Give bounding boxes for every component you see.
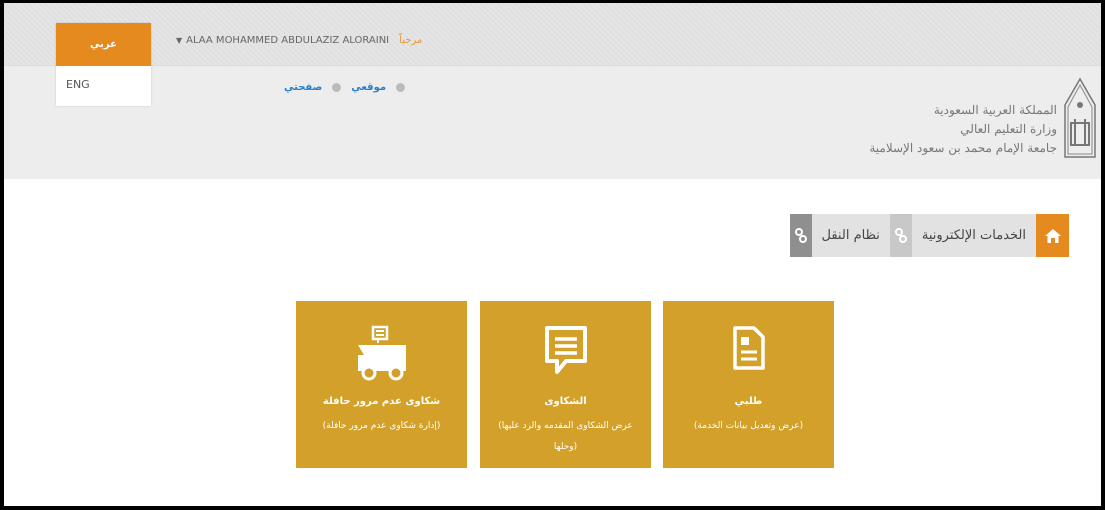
tab-transport[interactable]: نظام النقل (811, 214, 890, 257)
chevron-down-icon: ▼ (176, 36, 183, 45)
gear-icon (789, 214, 812, 257)
user-welcome[interactable]: ▼ ALAA MOHAMMED ABDULAZIZ ALORAINI مرحبا… (176, 35, 422, 46)
chat-bubble-icon (480, 325, 651, 385)
org-line-3: جامعة الإمام محمد بن سعود الإسلامية (869, 141, 1057, 155)
tile-my-request[interactable]: طلبي (عرض وتعديل بيانات الخدمة) (663, 301, 834, 468)
org-line-2: وزارة التعليم العالي (960, 122, 1057, 136)
bus-icon (296, 325, 467, 385)
home-icon (1044, 228, 1061, 243)
user-name: ALAA MOHAMMED ABDULAZIZ ALORAINI (186, 35, 390, 46)
breadcrumb-page[interactable]: صفحتي (284, 82, 322, 93)
breadcrumb: صفحتي موقعي (284, 82, 406, 93)
tile-title: طلبي (734, 396, 763, 407)
tile-title: شكاوى عدم مرور حافلة (322, 396, 441, 407)
top-bar: ▼ ALAA MOHAMMED ABDULAZIZ ALORAINI مرحبا… (4, 3, 1101, 65)
tab-eservices[interactable]: الخدمات الإلكترونية (911, 214, 1036, 257)
gear-icon (889, 214, 912, 257)
breadcrumb-site[interactable]: موقعي (351, 82, 386, 93)
tile-description: (إدارة شكاوى عدم مرور حافلة) (322, 421, 441, 431)
home-icon (332, 83, 342, 92)
org-line-1: المملكة العربية السعودية (933, 103, 1057, 117)
tile-complaints[interactable]: الشكاوى (عرض الشكاوى المقدمه والرد عليها… (480, 301, 651, 468)
tab-home[interactable] (1036, 214, 1069, 257)
university-name: المملكة العربية السعودية وزارة التعليم ا… (869, 101, 1057, 158)
tile-description: (عرض وتعديل بيانات الخدمة) (693, 421, 804, 431)
lang-english-button[interactable]: ENG (56, 66, 151, 106)
tile-description: (عرض الشكاوى المقدمه والرد عليها وحلها) (498, 421, 633, 452)
tile-bus-complaints[interactable]: شكاوى عدم مرور حافلة (إدارة شكاوى عدم مر… (296, 301, 467, 468)
nav-tabs: الخدمات الإلكترونية نظام النقل (789, 214, 1069, 257)
university-logo (1064, 77, 1096, 158)
lang-arabic-button[interactable]: عربي (56, 23, 151, 66)
language-switcher: عربي ENG (56, 23, 151, 106)
document-icon (663, 325, 834, 385)
tile-title: الشكاوى (544, 396, 587, 407)
greeting-text: مرحباً (399, 35, 423, 46)
globe-icon (396, 83, 406, 92)
